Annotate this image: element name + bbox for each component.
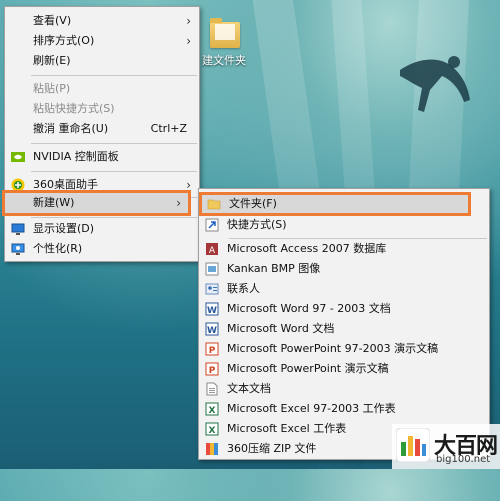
menu-item-undo-rename[interactable]: 撤消 重命名(U) Ctrl+Z [5, 119, 199, 139]
watermark-url: big100.net [436, 454, 491, 465]
nvidia-icon [11, 152, 25, 162]
chevron-right-icon: › [186, 34, 191, 48]
menu-item-paste-shortcut[interactable]: 粘贴快捷方式(S) [5, 99, 199, 119]
watermark-logo-icon [396, 428, 430, 462]
submenu-item-word-97[interactable]: W Microsoft Word 97 - 2003 文档 [199, 299, 489, 319]
submenu-item-access[interactable]: A Microsoft Access 2007 数据库 [199, 239, 489, 259]
menu-item-label: 撤消 重命名(U) [33, 122, 109, 135]
desktop-icon-label: 建文件夹 [202, 54, 246, 67]
menu-item-label: Kankan BMP 图像 [227, 262, 321, 275]
desktop-folder-icon[interactable]: 建文件夹 [200, 18, 250, 68]
contact-icon [205, 283, 219, 295]
shortcut-icon [205, 218, 219, 232]
submenu-item-shortcut[interactable]: 快捷方式(S) [199, 215, 489, 235]
menu-item-paste[interactable]: 粘贴(P) [5, 79, 199, 99]
new-submenu: 文件夹(F) 快捷方式(S) A Microsoft Access 2007 数… [198, 188, 490, 460]
menu-item-shortcut: Ctrl+Z [150, 122, 187, 135]
submenu-item-contact[interactable]: 联系人 [199, 279, 489, 299]
submenu-item-folder[interactable]: 文件夹(F) [199, 192, 471, 216]
360-icon [11, 178, 25, 192]
menu-item-label: 快捷方式(S) [227, 218, 287, 231]
folder-icon [207, 199, 221, 210]
menu-item-nvidia[interactable]: NVIDIA 控制面板 [5, 147, 199, 167]
menu-item-label: Microsoft PowerPoint 97-2003 演示文稿 [227, 342, 439, 355]
excel-icon: X [205, 402, 219, 416]
menu-separator [31, 217, 197, 218]
word-icon: W [205, 322, 219, 336]
access-icon: A [206, 243, 218, 256]
menu-separator [31, 75, 197, 76]
submenu-item-word[interactable]: W Microsoft Word 文档 [199, 319, 489, 339]
display-settings-icon [11, 223, 25, 235]
menu-item-sort[interactable]: 排序方式(O) › [5, 31, 199, 51]
menu-item-personalize[interactable]: 个性化(R) [5, 239, 199, 259]
menu-item-label: Microsoft Word 97 - 2003 文档 [227, 302, 391, 315]
submenu-item-powerpoint-97[interactable]: P Microsoft PowerPoint 97-2003 演示文稿 [199, 339, 489, 359]
menu-item-refresh[interactable]: 刷新(E) [5, 51, 199, 71]
menu-item-label: 显示设置(D) [33, 222, 95, 235]
submenu-item-bmp[interactable]: Kankan BMP 图像 [199, 259, 489, 279]
submenu-item-excel-97[interactable]: X Microsoft Excel 97-2003 工作表 [199, 399, 489, 419]
svg-text:W: W [207, 306, 217, 316]
menu-item-label: 查看(V) [33, 14, 72, 27]
word-icon: W [205, 302, 219, 316]
submenu-item-text-document[interactable]: 文本文档 [199, 379, 489, 399]
desktop-context-menu: 查看(V) › 排序方式(O) › 刷新(E) 粘贴(P) 粘贴快捷方式(S) … [2, 6, 200, 262]
menu-item-label: Microsoft Excel 工作表 [227, 422, 347, 435]
swimmer-silhouette [400, 56, 470, 112]
menu-item-label: 新建(W) [33, 196, 75, 209]
menu-separator [31, 171, 197, 172]
svg-text:X: X [209, 426, 216, 436]
svg-text:P: P [209, 346, 216, 356]
menu-item-label: NVIDIA 控制面板 [33, 150, 119, 163]
menu-item-label: 刷新(E) [33, 54, 71, 67]
menu-item-label: 粘贴(P) [33, 82, 71, 95]
chevron-right-icon: › [176, 196, 181, 210]
menu-item-label: Microsoft PowerPoint 演示文稿 [227, 362, 389, 375]
personalize-icon [11, 243, 25, 255]
menu-item-label: 粘贴快捷方式(S) [33, 102, 115, 115]
menu-item-label: 文本文档 [227, 382, 271, 395]
menu-item-view[interactable]: 查看(V) › [5, 11, 199, 31]
menu-item-new[interactable]: 新建(W) › [2, 190, 191, 216]
zip-icon [206, 443, 218, 455]
folder-icon [210, 18, 240, 48]
svg-text:W: W [207, 326, 217, 336]
menu-item-label: 排序方式(O) [33, 34, 95, 47]
menu-item-label: Microsoft Access 2007 数据库 [227, 242, 387, 255]
menu-separator [31, 143, 197, 144]
menu-item-label: Microsoft Word 文档 [227, 322, 335, 335]
menu-item-label: 文件夹(F) [229, 197, 277, 210]
svg-text:A: A [209, 246, 216, 256]
watermark-logo: 大百网 big100.net [396, 428, 498, 466]
menu-item-label: 联系人 [227, 282, 260, 295]
menu-item-label: 个性化(R) [33, 242, 83, 255]
menu-item-label: Microsoft Excel 97-2003 工作表 [227, 402, 396, 415]
powerpoint-icon: P [205, 342, 219, 356]
text-document-icon [206, 382, 218, 396]
svg-text:P: P [209, 366, 216, 376]
menu-item-display-settings[interactable]: 显示设置(D) [5, 219, 199, 239]
submenu-item-powerpoint[interactable]: P Microsoft PowerPoint 演示文稿 [199, 359, 489, 379]
svg-text:X: X [209, 406, 216, 416]
bmp-icon [205, 262, 219, 276]
excel-icon: X [205, 422, 219, 436]
chevron-right-icon: › [186, 14, 191, 28]
menu-item-label: 360压缩 ZIP 文件 [227, 442, 317, 455]
powerpoint-icon: P [205, 362, 219, 376]
